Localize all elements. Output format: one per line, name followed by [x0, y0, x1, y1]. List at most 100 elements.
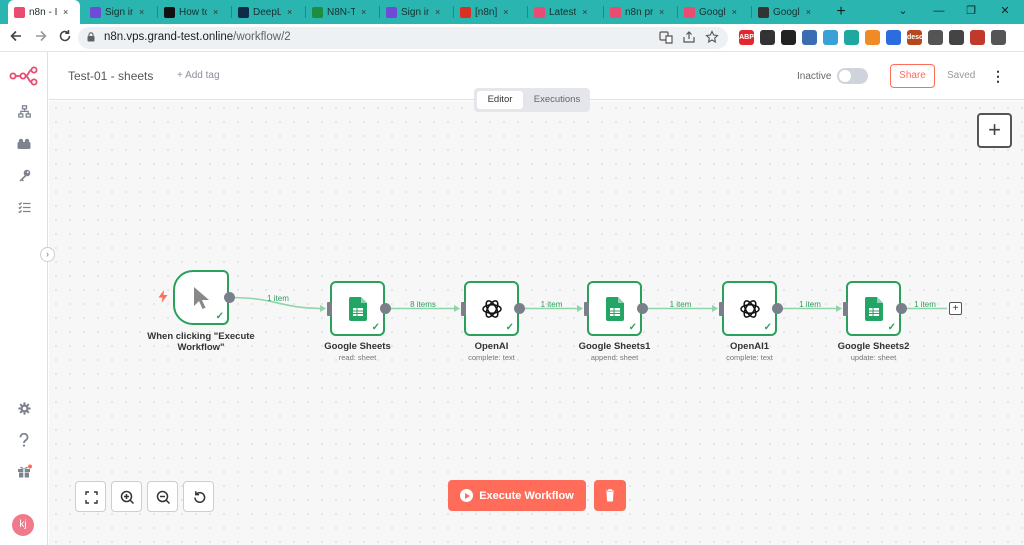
user-avatar[interactable]: kj — [12, 514, 34, 536]
zoom-in-button[interactable] — [111, 481, 142, 512]
execute-workflow-button[interactable]: Execute Workflow — [448, 480, 586, 511]
lock-icon[interactable] — [87, 32, 95, 42]
tab-close-icon[interactable]: × — [659, 7, 664, 17]
tab-close-icon[interactable]: × — [287, 7, 292, 17]
share-page-icon[interactable] — [681, 30, 697, 46]
rss-icon[interactable] — [865, 30, 880, 45]
node-input-handle[interactable] — [327, 301, 332, 316]
node-input-handle[interactable] — [719, 301, 724, 316]
extension-blue-icon[interactable] — [886, 30, 901, 45]
browser-tab[interactable]: Googl × — [678, 0, 750, 24]
add-next-node-plus-icon[interactable]: + — [949, 302, 962, 315]
browser-tab[interactable]: How to × — [158, 0, 230, 24]
tab-executions[interactable]: Executions — [527, 91, 587, 109]
browser-tab[interactable]: n8n - I × — [8, 0, 80, 24]
sidebar-collapse-chevron-icon[interactable]: › — [40, 247, 55, 262]
menu-icon[interactable] — [991, 30, 1006, 45]
node-title: OpenAI1 — [729, 341, 770, 352]
credentials-key-icon[interactable] — [14, 168, 34, 188]
node-output-handle[interactable] — [772, 303, 783, 314]
workflow-node-google-sheets[interactable]: ✓ — [330, 281, 385, 336]
share-button[interactable]: Share — [890, 64, 935, 88]
workflows-icon[interactable] — [14, 104, 34, 124]
browser-tab[interactable]: Sign in × — [84, 0, 156, 24]
close-window-button[interactable]: ✕ — [990, 0, 1020, 24]
tab-close-icon[interactable]: × — [63, 7, 68, 17]
node-output-handle[interactable] — [224, 292, 235, 303]
node-title: Google Sheets1 — [578, 341, 651, 352]
zoom-out-button[interactable] — [147, 481, 178, 512]
profile-icon[interactable] — [970, 30, 985, 45]
browser-tab[interactable]: [n8n] × — [454, 0, 526, 24]
node-subtitle: complete: text — [726, 353, 773, 362]
add-tag-link[interactable]: + Add tag — [177, 70, 220, 81]
browser-tab[interactable]: Googl × — [752, 0, 824, 24]
node-input-handle[interactable] — [584, 301, 589, 316]
gift-updates-icon[interactable] — [14, 464, 34, 484]
notion-icon[interactable] — [781, 30, 796, 45]
n8n-logo[interactable] — [9, 65, 39, 87]
workflow-node-openai[interactable]: ✓ — [722, 281, 777, 336]
tab-favicon-icon — [684, 6, 695, 18]
url-text: n8n.vps.grand-test.online/workflow/2 — [104, 31, 291, 43]
activate-toggle[interactable] — [837, 68, 868, 84]
new-tab-button[interactable]: + — [831, 2, 851, 22]
tab-close-icon[interactable]: × — [582, 7, 587, 17]
workflow-node-manual-trigger[interactable]: ✓ — [173, 270, 229, 325]
tab-close-icon[interactable]: × — [435, 7, 440, 17]
browser-tab[interactable]: N8N-T × — [306, 0, 378, 24]
node-input-handle[interactable] — [461, 301, 466, 316]
puzzle-icon[interactable] — [928, 30, 943, 45]
tab-close-icon[interactable]: × — [361, 7, 366, 17]
browser-tab[interactable]: DeepL × — [232, 0, 304, 24]
tab-close-icon[interactable]: × — [503, 7, 508, 17]
templates-icon[interactable] — [14, 136, 34, 156]
more-options-icon[interactable]: ⋮ — [991, 67, 1005, 85]
restore-button[interactable]: ❐ — [956, 0, 986, 24]
browser-tab[interactable]: Sign in × — [380, 0, 452, 24]
tab-search-icon[interactable]: ⌄ — [888, 0, 918, 24]
tab-separator — [379, 6, 380, 18]
clear-execution-button[interactable] — [594, 480, 626, 511]
node-output-handle[interactable] — [380, 303, 391, 314]
node-output-handle[interactable] — [637, 303, 648, 314]
tab-close-icon[interactable]: × — [732, 7, 737, 17]
desc-icon[interactable]: desc — [907, 30, 923, 45]
workflow-name[interactable]: Test-01 - sheets — [68, 69, 153, 83]
help-question-icon[interactable] — [14, 432, 34, 453]
tab-separator — [305, 6, 306, 18]
workflow-node-openai[interactable]: ✓ — [464, 281, 519, 336]
add-node-button[interactable]: + — [977, 113, 1012, 148]
back-arrow-icon[interactable] — [6, 28, 26, 48]
browser-tab[interactable]: Latest × — [528, 0, 600, 24]
adblock-icon[interactable]: ABP — [739, 30, 754, 45]
workflow-node-google-sheets[interactable]: ✓ — [846, 281, 901, 336]
snowflake-icon[interactable] — [823, 30, 838, 45]
workflow-node-google-sheets[interactable]: ✓ — [587, 281, 642, 336]
reset-zoom-button[interactable] — [183, 481, 214, 512]
executions-list-icon[interactable] — [14, 200, 34, 220]
tab-title: [n8n] — [475, 6, 498, 18]
sidepanel-icon[interactable] — [949, 30, 964, 45]
forward-arrow-icon[interactable] — [31, 28, 51, 48]
node-input-handle[interactable] — [843, 301, 848, 316]
reload-icon[interactable] — [55, 28, 75, 48]
minimize-button[interactable]: — — [924, 0, 954, 24]
tab-close-icon[interactable]: × — [139, 7, 144, 17]
extension-dark-icon[interactable] — [760, 30, 775, 45]
tab-title: Googl — [699, 6, 726, 18]
tab-close-icon[interactable]: × — [806, 7, 811, 17]
translate-icon[interactable] — [658, 30, 674, 46]
tab-close-icon[interactable]: × — [213, 7, 218, 17]
tab-favicon-icon — [14, 6, 25, 18]
connection-item-count: 1 item — [669, 299, 692, 309]
extension-teal-icon[interactable] — [844, 30, 859, 45]
url-input[interactable]: n8n.vps.grand-test.online/workflow/2 — [78, 27, 728, 49]
bookmark-star-icon[interactable] — [704, 30, 720, 46]
browser-tab[interactable]: n8n pr × — [604, 0, 676, 24]
tab-editor[interactable]: Editor — [477, 91, 523, 109]
zoom-to-fit-button[interactable] — [75, 481, 106, 512]
node-output-handle[interactable] — [514, 303, 525, 314]
settings-gear-icon[interactable] — [14, 401, 34, 421]
picture-icon[interactable] — [802, 30, 817, 45]
